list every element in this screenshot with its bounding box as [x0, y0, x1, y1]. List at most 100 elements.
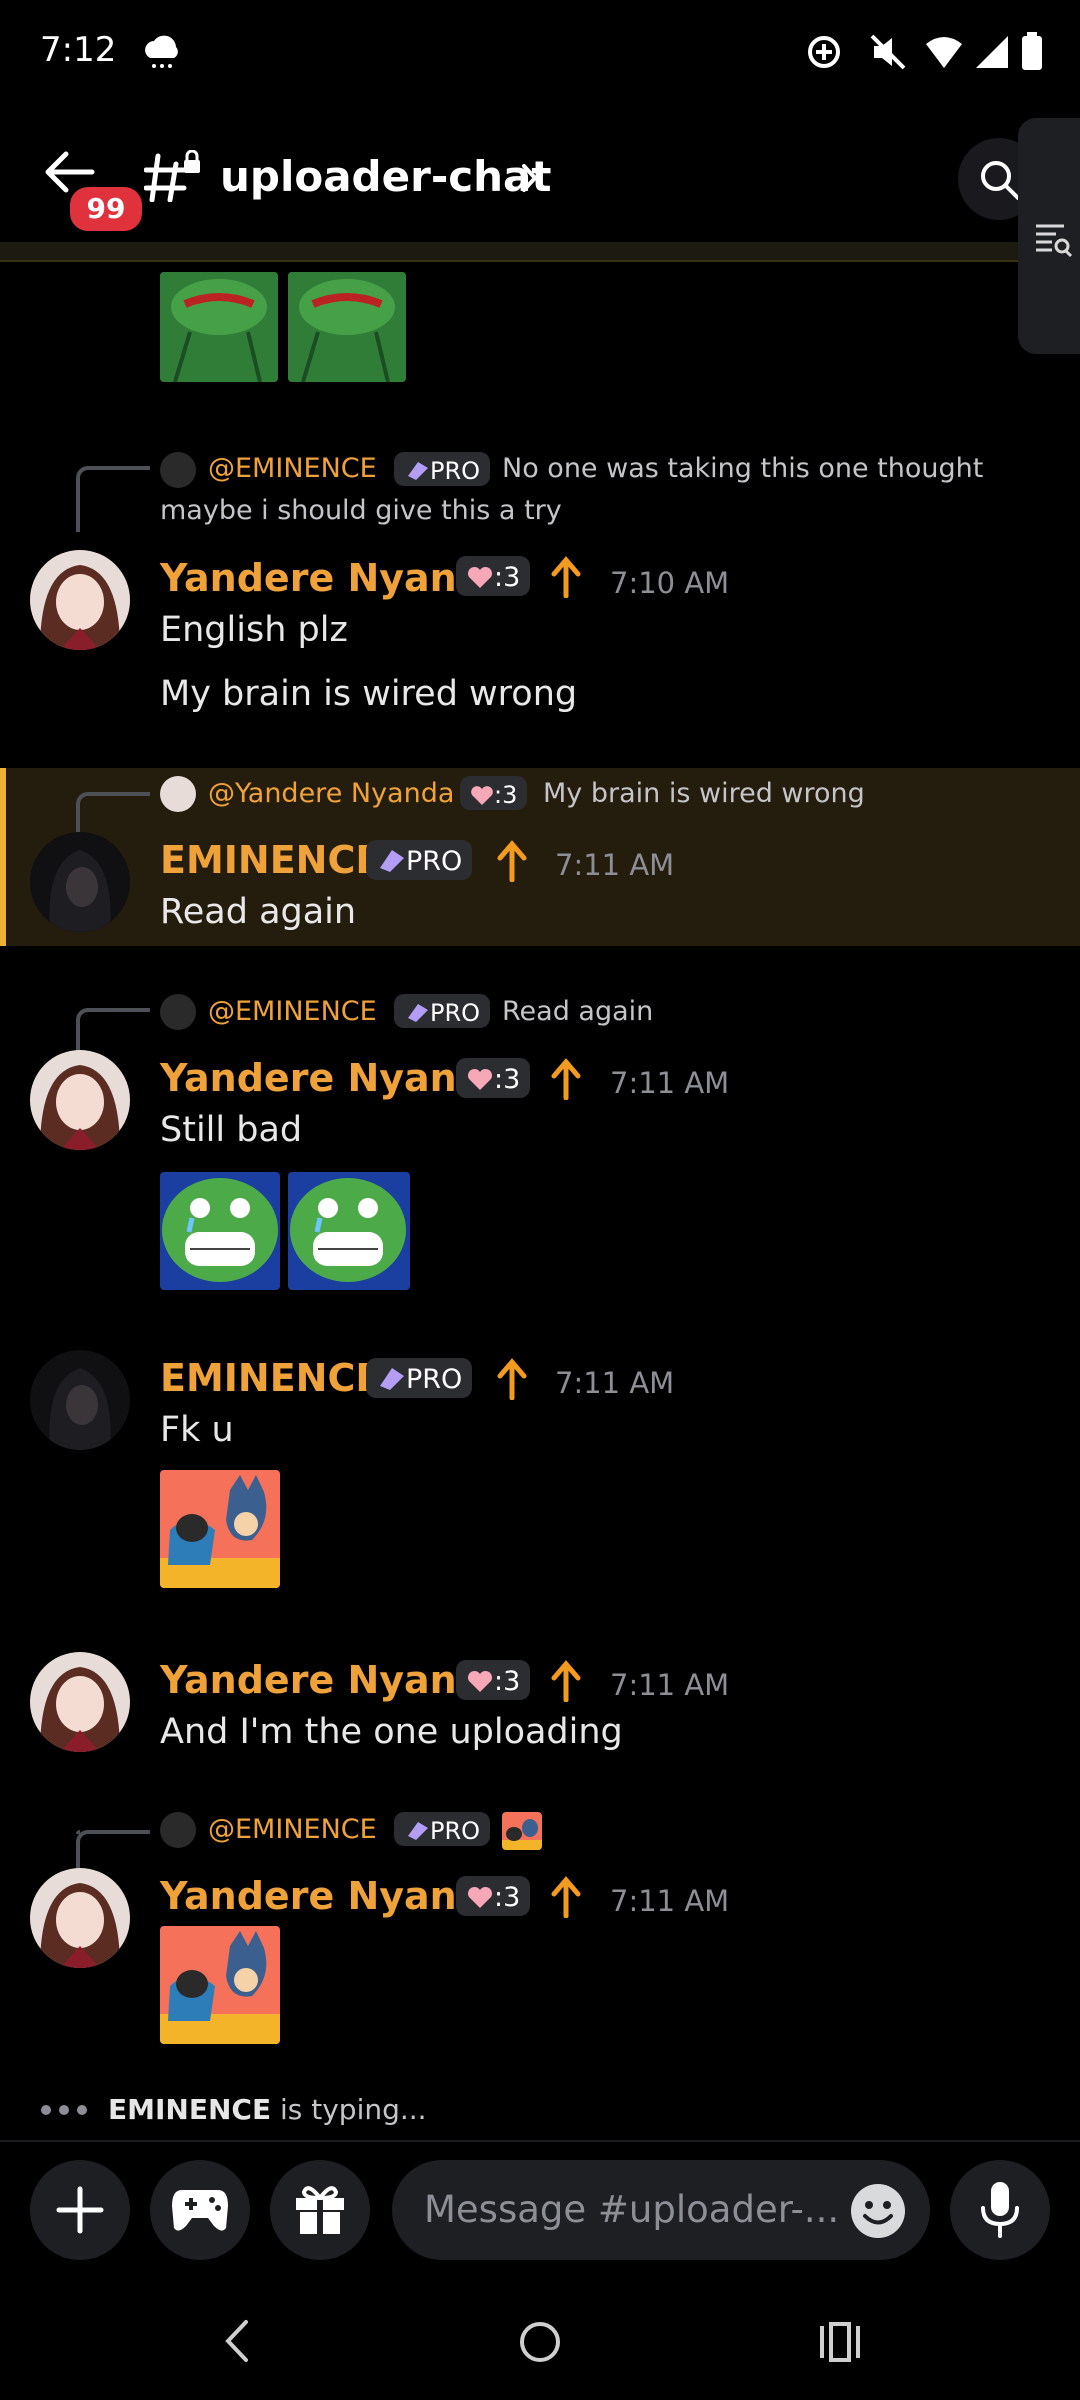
- mention-indicator: [0, 768, 6, 946]
- add-attachment-button[interactable]: [30, 2160, 130, 2260]
- search-icon: [981, 161, 1020, 200]
- message-author[interactable]: EMINENCE: [160, 1356, 381, 1400]
- heart-icon: [467, 1068, 493, 1090]
- heart-icon: [467, 1886, 493, 1908]
- typing-indicator: EMINENCE is typing...: [40, 2093, 427, 2126]
- activities-button[interactable]: [150, 2160, 250, 2260]
- plus-icon: [56, 2186, 104, 2234]
- heart-icon: [467, 566, 493, 588]
- reply-preview[interactable]: My brain is wired wrong: [543, 778, 865, 809]
- gem-icon: [408, 1004, 428, 1022]
- avatar[interactable]: [30, 550, 130, 650]
- channel-header: uploader-chat: [0, 110, 1080, 245]
- message-text[interactable]: My brain is wired wrong: [160, 674, 577, 714]
- boost-arrow-icon: [551, 1660, 581, 1702]
- nav-back-icon[interactable]: [222, 2318, 252, 2364]
- chevron-right-icon[interactable]: [520, 162, 540, 194]
- channel-hash-lock-icon: [144, 150, 200, 202]
- role-badge-label: :3: [494, 1666, 521, 1697]
- role-badge-label: :3: [494, 781, 518, 809]
- unread-count-badge: 99: [66, 183, 146, 235]
- pro-badge-label: PRO: [406, 846, 463, 877]
- message-timestamp: 7:11 AM: [555, 1366, 675, 1400]
- avatar[interactable]: [30, 832, 130, 932]
- message-timestamp: 7:10 AM: [610, 566, 730, 600]
- typing-user: EMINENCE: [108, 2093, 272, 2126]
- avatar: [160, 452, 196, 488]
- reply-connector: [76, 466, 150, 532]
- reply-author[interactable]: @EMINENCE: [208, 1814, 377, 1845]
- reply-author[interactable]: @Yandere Nyanda: [208, 778, 454, 809]
- previous-message-highlight: [0, 242, 1018, 262]
- pro-badge: PRO: [394, 994, 491, 1028]
- avatar[interactable]: [30, 1868, 130, 1968]
- message-text[interactable]: And I'm the one uploading: [160, 1712, 623, 1752]
- reply-preview-cont[interactable]: maybe i should give this a try: [160, 495, 562, 526]
- list-search-icon: [1036, 224, 1072, 258]
- message-timestamp: 7:11 AM: [610, 1668, 730, 1702]
- pro-badge: PRO: [394, 452, 491, 486]
- image-attachment-icon: [502, 1812, 542, 1850]
- message-text[interactable]: Still bad: [160, 1110, 302, 1150]
- message-author[interactable]: EMINENCE: [160, 838, 381, 882]
- message-timestamp: 7:11 AM: [610, 1884, 730, 1918]
- pepe-sticker[interactable]: [288, 272, 406, 382]
- gem-icon: [408, 1822, 428, 1840]
- boost-arrow-icon: [497, 840, 527, 882]
- boost-arrow-icon: [497, 1358, 527, 1400]
- pro-badge-label: PRO: [430, 457, 481, 485]
- pro-badge: PRO: [394, 1812, 491, 1846]
- data-saver-icon: [808, 36, 840, 68]
- wifi-icon: [926, 37, 962, 68]
- reply-preview[interactable]: No one was taking this one thought: [502, 453, 983, 484]
- crying-pepe-sticker[interactable]: [160, 1172, 280, 1290]
- reply-author[interactable]: @EMINENCE: [208, 996, 377, 1027]
- boost-arrow-icon: [551, 1876, 581, 1918]
- heart-icon: [467, 1670, 493, 1692]
- gem-icon: [380, 850, 404, 872]
- threads-panel-toggle[interactable]: [1018, 118, 1080, 354]
- pro-badge-label: PRO: [430, 999, 481, 1027]
- message-text[interactable]: Fk u: [160, 1410, 234, 1450]
- avatar[interactable]: [30, 1050, 130, 1150]
- pro-badge-label: PRO: [406, 1364, 463, 1395]
- pro-badge: PRO: [366, 1358, 473, 1398]
- batman-slap-image[interactable]: [160, 1470, 280, 1588]
- avatar: [160, 1812, 196, 1848]
- heart-icon: [471, 786, 493, 805]
- batman-slap-image[interactable]: [160, 1926, 280, 2044]
- battery-icon: [1022, 32, 1042, 70]
- role-badge: :3: [456, 1058, 531, 1098]
- gift-button[interactable]: [270, 2160, 370, 2260]
- reply-author[interactable]: @EMINENCE: [208, 453, 377, 484]
- gift-icon: [296, 2186, 344, 2234]
- role-badge-label: :3: [494, 1064, 521, 1095]
- avatar: [160, 776, 196, 812]
- avatar[interactable]: [30, 1652, 130, 1752]
- channel-name[interactable]: uploader-chat: [220, 152, 551, 201]
- boost-arrow-icon: [551, 1058, 581, 1100]
- message-text[interactable]: Read again: [160, 892, 356, 932]
- role-badge-label: :3: [494, 562, 521, 593]
- reply-preview[interactable]: Read again: [502, 996, 653, 1027]
- pepe-sticker[interactable]: [160, 272, 278, 382]
- avatar[interactable]: [30, 1350, 130, 1450]
- emoji-icon[interactable]: [850, 2183, 906, 2239]
- system-nav-bar: [0, 2280, 1080, 2400]
- nav-recents-icon[interactable]: [818, 2320, 862, 2364]
- nav-home-icon[interactable]: [518, 2320, 562, 2364]
- gamepad-icon: [172, 2190, 228, 2231]
- avatar: [160, 994, 196, 1030]
- boost-arrow-icon: [551, 556, 581, 598]
- message-input-placeholder: Message #uploader-...: [424, 2188, 840, 2231]
- pro-badge-label: PRO: [430, 1817, 481, 1845]
- gem-icon: [408, 462, 428, 480]
- gem-icon: [380, 1368, 404, 1390]
- pro-badge: PRO: [366, 840, 473, 880]
- typing-text: is typing...: [271, 2093, 427, 2126]
- role-badge-label: :3: [494, 1882, 521, 1913]
- message-text[interactable]: English plz: [160, 610, 348, 650]
- crying-pepe-sticker[interactable]: [288, 1172, 410, 1290]
- status-time: 7:12: [40, 30, 117, 70]
- voice-message-button[interactable]: [950, 2160, 1050, 2260]
